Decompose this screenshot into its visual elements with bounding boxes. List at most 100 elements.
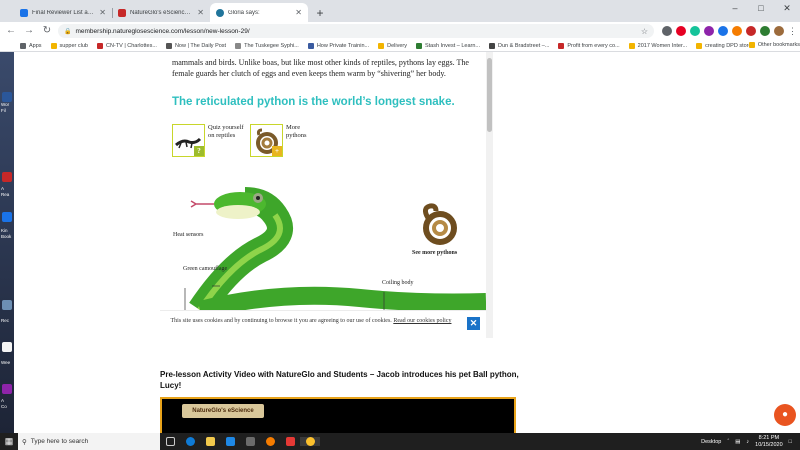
- app-icon[interactable]: [2, 92, 12, 102]
- grammarly-icon[interactable]: [690, 26, 700, 36]
- app-icon[interactable]: [2, 212, 12, 222]
- browser-menu-button[interactable]: ⋮: [788, 26, 797, 37]
- cookie-text: This site uses cookies and by continuing…: [170, 318, 392, 324]
- task-view-icon[interactable]: [160, 437, 180, 446]
- store-icon[interactable]: [240, 437, 260, 446]
- bookmark-item[interactable]: Dun & Bradstreet –...: [489, 42, 549, 49]
- desktop-label: A: [1, 398, 5, 403]
- windows-start-icon[interactable]: ▦: [0, 436, 18, 447]
- lock-icon: 🔒: [64, 28, 72, 35]
- other-bookmarks-folder[interactable]: Other bookmarks: [748, 42, 800, 48]
- close-icon[interactable]: ✕: [197, 8, 204, 17]
- desktop-label: Fil: [1, 108, 6, 113]
- taskbar-search[interactable]: ⚲ Type here to search: [18, 433, 160, 450]
- see-more-pythons-link[interactable]: See more pythons: [412, 250, 457, 256]
- site-favicon-icon: [558, 42, 565, 49]
- bookmark-label: creating DPD store: [705, 42, 752, 49]
- desktop-label: Kin: [1, 228, 8, 233]
- scrollbar-thumb[interactable]: [487, 58, 492, 132]
- bookmark-label: CN-TV | Charlottes...: [105, 42, 157, 49]
- bookmark-apps[interactable]: Apps: [20, 42, 42, 49]
- bookmark-item[interactable]: The Tuskegee Syphi...: [235, 42, 299, 49]
- bookmark-item[interactable]: Now | The Daily Post: [165, 42, 227, 49]
- forward-button[interactable]: →: [22, 24, 36, 38]
- extension-icon[interactable]: [662, 26, 672, 36]
- mail-icon[interactable]: [220, 437, 240, 446]
- more-pythons-link[interactable]: + More pythons: [250, 124, 307, 157]
- url-text[interactable]: membership.natureglosescience.com/lesson…: [75, 28, 636, 35]
- app-icon[interactable]: [2, 172, 12, 182]
- quiz-thumbnail: ?: [172, 124, 205, 157]
- network-icon[interactable]: ▤: [735, 439, 740, 445]
- video-player[interactable]: NatureGlo's eScience: [160, 397, 516, 433]
- bookmark-item[interactable]: creating DPD store: [696, 42, 752, 49]
- minimize-button[interactable]: –: [722, 0, 748, 16]
- desktop-toolbar-label[interactable]: Desktop: [701, 439, 721, 445]
- bookmark-item[interactable]: How Private Trainin...: [307, 42, 369, 49]
- tab-title: NatureGlo's eScience – Homeschool: [130, 9, 193, 16]
- green-camouflage-label: Green camouflage: [183, 266, 228, 272]
- clock-date: 10/15/2020: [755, 441, 783, 448]
- search-icon: ⚲: [22, 438, 27, 446]
- apps-grid-icon: [20, 42, 26, 49]
- app-icon[interactable]: [280, 437, 300, 446]
- back-button[interactable]: ←: [4, 24, 18, 38]
- extension-icon[interactable]: [718, 26, 728, 36]
- new-tab-button[interactable]: +: [312, 3, 328, 22]
- bookmark-item[interactable]: Delivery: [378, 42, 407, 49]
- extension-icon[interactable]: [746, 26, 756, 36]
- coiled-python-icon[interactable]: [414, 202, 460, 246]
- quiz-reptiles-link[interactable]: ? Quiz yourself on reptiles: [172, 124, 244, 157]
- file-explorer-icon[interactable]: [200, 437, 220, 446]
- tab-gloria-says[interactable]: Gloria says: ✕: [210, 3, 308, 22]
- taskbar-search-placeholder: Type here to search: [30, 438, 89, 445]
- bookmark-item[interactable]: 2017 Women Inter...: [628, 42, 687, 49]
- video-title: Pre-lesson Activity Video with NatureGlo…: [160, 370, 519, 390]
- logo-label: NatureGlo's eScience: [192, 408, 254, 414]
- taskbar-clock[interactable]: 8:21 PM 10/15/2020: [755, 435, 783, 448]
- extension-icon[interactable]: [732, 26, 742, 36]
- app-icon[interactable]: [2, 384, 12, 394]
- site-favicon-icon: [489, 42, 496, 49]
- chevron-up-icon[interactable]: ˆ: [727, 439, 729, 445]
- close-icon[interactable]: ✕: [295, 8, 302, 17]
- bookmark-label: Stash Invest – Learn...: [424, 42, 481, 49]
- notifications-icon[interactable]: □: [789, 439, 792, 445]
- app-icon[interactable]: [2, 300, 12, 310]
- bookmark-item[interactable]: Stash Invest – Learn...: [415, 42, 481, 49]
- more-card-label: More pythons: [286, 124, 307, 157]
- bookmark-item[interactable]: Profit from every co...: [558, 42, 620, 49]
- site-favicon-icon: [415, 42, 422, 49]
- site-favicon-icon: [165, 42, 172, 49]
- profile-avatar[interactable]: [774, 26, 784, 36]
- pinterest-icon[interactable]: [676, 26, 686, 36]
- maximize-button[interactable]: □: [748, 0, 774, 16]
- extension-icon[interactable]: [704, 26, 714, 36]
- close-window-button[interactable]: ✕: [774, 0, 800, 16]
- chrome-icon[interactable]: [300, 437, 320, 446]
- page-scrollbar[interactable]: [486, 52, 493, 338]
- cookie-banner: This site uses cookies and by continuing…: [160, 310, 486, 338]
- plus-badge: +: [272, 146, 282, 156]
- quiz-card-label: Quiz yourself on reptiles: [208, 124, 244, 157]
- edge-icon[interactable]: [180, 437, 200, 446]
- extension-icon[interactable]: [760, 26, 770, 36]
- tab-natureglo[interactable]: NatureGlo's eScience – Homeschool ✕: [112, 3, 210, 22]
- tab-reviewer-list[interactable]: Final Reviewer List and Vendor Re ✕: [14, 3, 112, 22]
- bookmark-item[interactable]: supper club: [50, 42, 88, 49]
- app-icon[interactable]: [260, 437, 280, 446]
- volume-icon[interactable]: ♪: [746, 439, 749, 445]
- reload-button[interactable]: ↻: [40, 24, 54, 38]
- cookie-policy-link[interactable]: Read our cookies policy: [393, 318, 451, 324]
- window-controls: – □ ✕: [722, 0, 800, 16]
- bookmark-item[interactable]: CN-TV | Charlottes...: [96, 42, 157, 49]
- cookie-close-button[interactable]: ✕: [467, 317, 480, 330]
- bookmark-star-icon[interactable]: ☆: [641, 27, 648, 36]
- chat-widget-button[interactable]: ●: [774, 404, 796, 426]
- close-icon[interactable]: ✕: [99, 8, 106, 17]
- bookmark-label: Now | The Daily Post: [174, 42, 227, 49]
- address-bar[interactable]: 🔒 membership.natureglosescience.com/less…: [58, 24, 654, 38]
- bookmark-label: Profit from every co...: [567, 42, 620, 49]
- card-label-line: pythons: [286, 132, 307, 139]
- app-icon[interactable]: [2, 342, 12, 352]
